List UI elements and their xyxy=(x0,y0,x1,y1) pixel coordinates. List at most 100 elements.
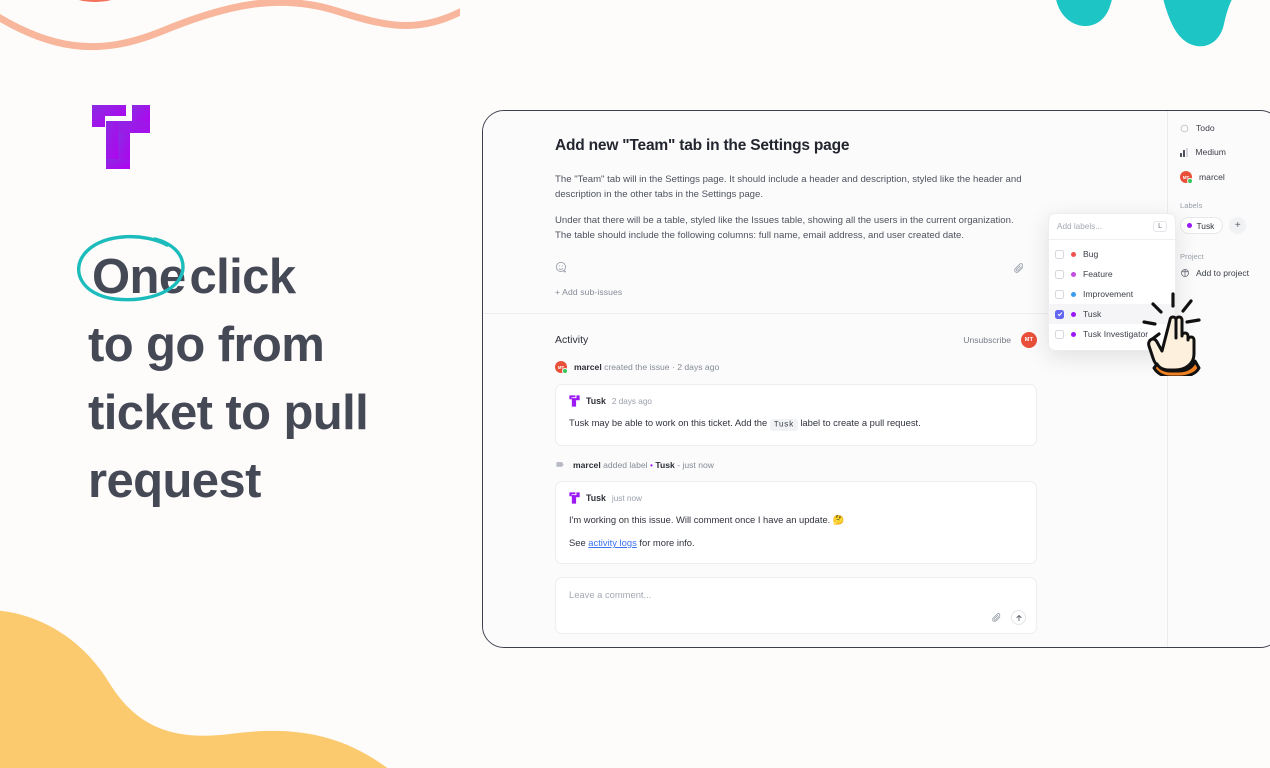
comment-text-before: Tusk may be able to work on this ticket.… xyxy=(569,417,770,428)
label-option-bug[interactable]: Bug xyxy=(1049,244,1175,264)
priority-bars-icon xyxy=(1180,147,1189,157)
teal-blob-right xyxy=(1163,0,1232,47)
page-headline: One click to go from ticket to pull requ… xyxy=(76,235,488,515)
checkbox-icon[interactable] xyxy=(1055,329,1064,339)
label-option-text: Feature xyxy=(1083,269,1113,279)
issue-description-paragraph-2: Under that there will be a table, styled… xyxy=(555,215,1014,241)
issue-status-label: Todo xyxy=(1196,123,1215,133)
description-toolbar xyxy=(555,261,1025,274)
comment-author: Tusk xyxy=(586,493,606,503)
event-actor: marcel xyxy=(574,362,602,372)
tusk-logo-icon xyxy=(92,105,150,169)
activity-event-label-added: marcel added label • Tusk - just now xyxy=(555,459,1037,470)
activity-title: Activity xyxy=(555,334,589,346)
comment-text-before: See xyxy=(569,537,589,548)
issue-description-paragraph-1: The "Team" tab will in the Settings page… xyxy=(555,174,1022,200)
composer-tools xyxy=(991,610,1026,625)
yellow-ribbon-shape xyxy=(0,610,388,768)
checkbox-icon[interactable] xyxy=(1055,289,1064,299)
activity-event-created: MT marcel created the issue · 2 days ago xyxy=(555,361,1037,374)
avatar[interactable]: MT xyxy=(1021,332,1037,348)
event-text: created the issue xyxy=(604,362,670,372)
headline-word-click: click xyxy=(189,250,297,304)
labels-shortcut-key: L xyxy=(1153,221,1167,232)
headline-line-2: to go from xyxy=(88,318,325,372)
label-chip-text: Tusk xyxy=(1196,220,1215,231)
project-section-title: Project xyxy=(1180,252,1204,261)
activity-header: Activity Unsubscribe MT xyxy=(555,332,1037,348)
label-color-dot xyxy=(1071,311,1076,317)
comment-card-tusk-1: Tusk 2 days ago Tusk may be able to work… xyxy=(555,384,1037,446)
tusk-logo-icon xyxy=(569,395,580,407)
status-circle-icon xyxy=(1180,124,1189,133)
label-option-text: Improvement xyxy=(1083,289,1134,299)
coral-blob-shape xyxy=(78,0,112,2)
issue-assignee-row[interactable]: MT marcel xyxy=(1180,171,1270,184)
label-color-dot xyxy=(1071,271,1076,277)
plus-icon[interactable]: + xyxy=(1229,217,1247,234)
label-color-dot xyxy=(1071,331,1076,337)
issue-status-row[interactable]: Todo xyxy=(1180,123,1270,133)
label-event-actor: marcel xyxy=(573,459,601,470)
send-comment-button[interactable] xyxy=(1011,610,1026,625)
label-event-time: just now xyxy=(682,459,714,470)
headline-circled-word: One xyxy=(76,235,190,311)
labels-section-title: Labels xyxy=(1180,201,1203,210)
issue-title: Add new "Team" tab in the Settings page xyxy=(555,137,850,154)
comment-time: just now xyxy=(611,493,642,503)
tusk-logo-icon xyxy=(569,492,580,504)
comment-card-tusk-2: Tusk just now I'm working on this issue.… xyxy=(555,481,1037,564)
event-time: 2 days ago xyxy=(677,362,720,372)
labels-search-row[interactable]: Add labels... L xyxy=(1049,214,1175,240)
labels-chip-list: Tusk + xyxy=(1180,217,1270,234)
labels-search-input[interactable]: Add labels... xyxy=(1057,222,1102,231)
label-color-dot xyxy=(1071,291,1076,297)
brand-logo xyxy=(90,103,152,171)
comment-body-line-1: I'm working on this issue. Will comment … xyxy=(569,514,845,525)
comment-body-line-2: See activity logs for more info. xyxy=(569,535,1023,551)
comment-text-after: label to create a pull request. xyxy=(797,417,921,428)
issue-main-panel: Add new "Team" tab in the Settings page … xyxy=(483,111,1167,647)
comment-author: Tusk xyxy=(586,396,606,406)
checkbox-icon[interactable] xyxy=(1055,269,1064,279)
label-option-text: Tusk xyxy=(1083,309,1102,319)
activity-header-actions: Unsubscribe MT xyxy=(963,332,1037,348)
issue-assignee-label: marcel xyxy=(1199,172,1225,182)
user-avatar-icon: MT xyxy=(555,361,568,374)
inline-code-chip: Tusk xyxy=(769,418,798,431)
label-event-bullet: • xyxy=(649,459,653,470)
label-option-text: Bug xyxy=(1083,249,1099,259)
headline-word-one: One xyxy=(92,250,186,304)
issue-priority-row[interactable]: Medium xyxy=(1180,147,1270,157)
checkbox-icon[interactable] xyxy=(1055,309,1064,319)
unsubscribe-button[interactable]: Unsubscribe xyxy=(963,335,1011,345)
headline-line-3: ticket to pull xyxy=(88,386,369,440)
label-event-text: added label xyxy=(603,459,648,470)
headline-line-4: request xyxy=(88,454,261,508)
paperclip-icon[interactable] xyxy=(1013,262,1025,274)
hand-pointer-click-icon xyxy=(1129,276,1229,381)
label-event-label: Tusk xyxy=(655,459,675,470)
label-event-separator: - xyxy=(677,459,681,470)
add-reaction-icon[interactable] xyxy=(555,261,568,274)
tag-icon xyxy=(555,459,566,470)
label-color-dot xyxy=(1071,251,1076,257)
comment-body: Tusk may be able to work on this ticket.… xyxy=(569,415,1023,433)
issue-priority-label: Medium xyxy=(1195,147,1226,157)
comment-text-after: for more info. xyxy=(636,537,695,548)
comment-input-placeholder[interactable]: Leave a comment... xyxy=(569,589,1023,600)
activity-logs-link[interactable]: activity logs xyxy=(588,537,636,548)
teal-blob-left xyxy=(1056,0,1112,26)
event-separator: · xyxy=(671,362,675,372)
comment-header: Tusk just now xyxy=(569,492,1023,504)
label-color-dot xyxy=(1187,223,1192,228)
paperclip-icon[interactable] xyxy=(991,612,1002,623)
comment-header: Tusk 2 days ago xyxy=(569,395,1023,407)
comment-time: 2 days ago xyxy=(611,396,652,406)
salmon-wave-line xyxy=(0,0,460,50)
checkbox-icon[interactable] xyxy=(1055,249,1064,259)
comment-composer[interactable]: Leave a comment... xyxy=(555,577,1037,634)
label-chip-tusk[interactable]: Tusk xyxy=(1180,217,1224,234)
avatar-icon: MT xyxy=(1180,171,1193,184)
add-sub-issues-button[interactable]: + Add sub-issues xyxy=(555,287,1131,297)
